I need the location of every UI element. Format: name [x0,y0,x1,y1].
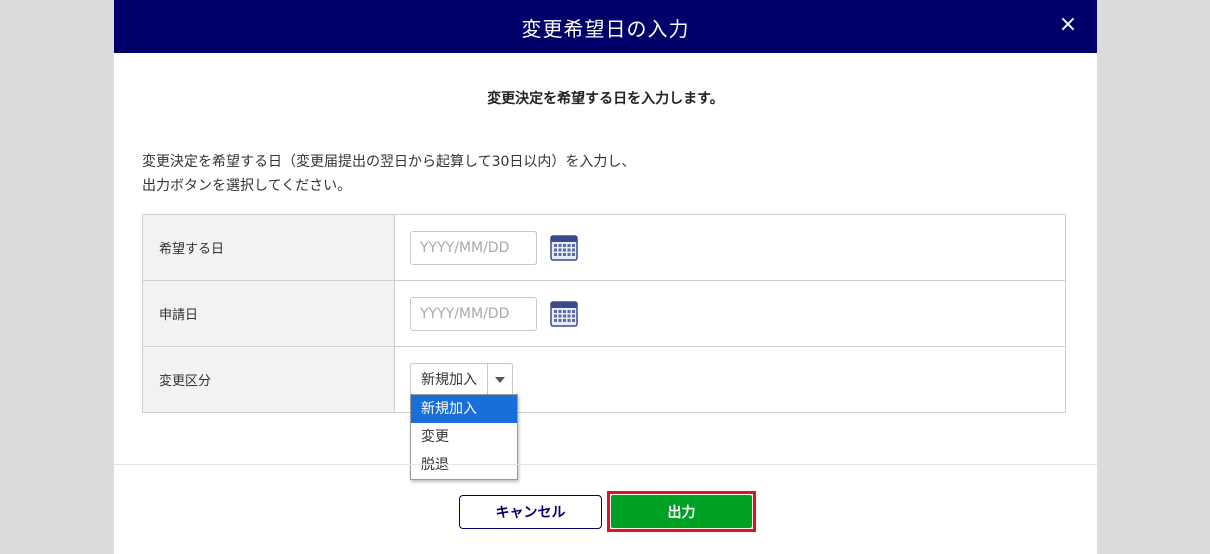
instructions: 変更決定を希望する日（変更届提出の翌日から起算して30日以内）を入力し、 出力ボ… [142,150,635,198]
form-table: 希望する日 申請日 [142,214,1066,413]
calendar-icon[interactable] [550,234,578,261]
modal-subtitle: 変更決定を希望する日を入力します。 [487,91,724,107]
instructions-line-2: 出力ボタンを選択してください。 [142,178,352,194]
change-date-modal: 変更希望日の入力 × 変更決定を希望する日を入力します。 変更決定を希望する日（… [114,0,1097,554]
application-date-input[interactable] [410,296,537,331]
dropdown-option-withdrawal[interactable]: 脱退 [411,451,517,479]
dropdown-option-change[interactable]: 変更 [411,423,517,451]
dropdown-option-new-enrollment[interactable]: 新規加入 [411,395,517,423]
output-button-highlight: 出力 [607,491,756,532]
form-row-change-type: 変更区分 新規加入 [142,346,1066,413]
application-date-label: 申請日 [142,280,395,347]
modal-header: 変更希望日の入力 × [114,0,1097,53]
chevron-down-icon[interactable] [488,364,512,396]
close-icon[interactable]: × [1057,12,1079,38]
modal-title: 変更希望日の入力 [521,17,690,41]
form-row-application-date: 申請日 [142,280,1066,347]
desired-date-label: 希望する日 [142,214,395,281]
form-row-desired-date: 希望する日 [142,214,1066,281]
calendar-icon[interactable] [550,300,578,327]
footer-divider [114,464,1097,465]
desired-date-input[interactable] [410,230,537,265]
cancel-button[interactable]: キャンセル [459,495,602,529]
instructions-line-1: 変更決定を希望する日（変更届提出の翌日から起算して30日以内）を入力し、 [142,154,636,170]
change-type-dropdown: 新規加入 変更 脱退 [410,394,518,480]
change-type-selected-value: 新規加入 [411,363,488,396]
change-type-select[interactable]: 新規加入 [410,362,513,397]
change-type-label: 変更区分 [142,346,395,413]
output-button[interactable]: 出力 [611,495,752,528]
